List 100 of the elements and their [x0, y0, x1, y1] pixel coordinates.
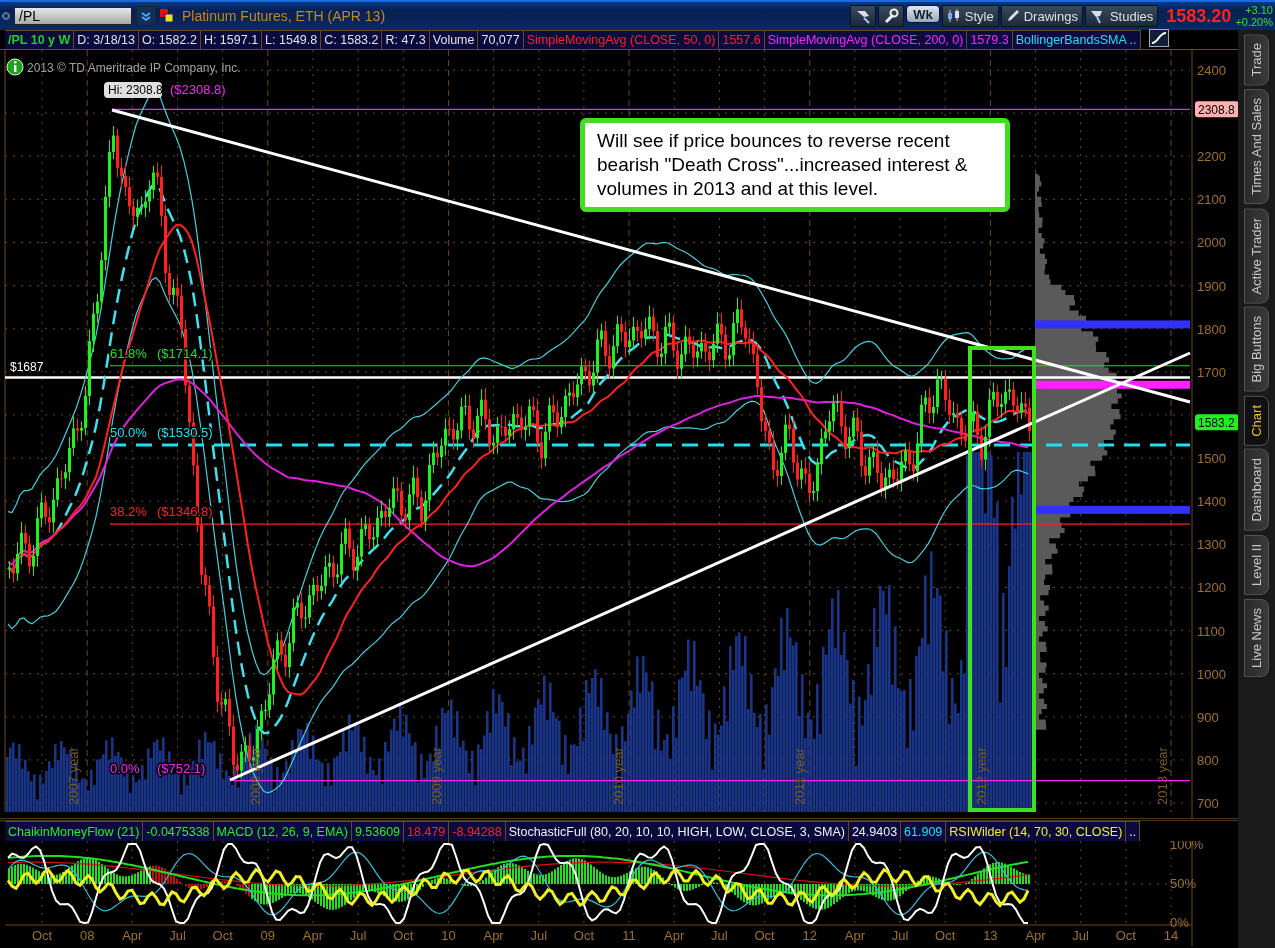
- indicator-value: MACD (12, 26, 9, EMA): [213, 821, 352, 841]
- indicator-value: ..: [1126, 821, 1141, 841]
- side-tab[interactable]: Level II: [1244, 535, 1269, 595]
- color-squares-icon: [160, 9, 174, 23]
- side-tab[interactable]: Big Buttons: [1244, 307, 1269, 392]
- chevron-icon: [141, 11, 151, 21]
- price-axis-label: 1300: [1197, 537, 1226, 553]
- year-label: 2007 year: [66, 747, 81, 805]
- side-tab[interactable]: Live News: [1244, 598, 1269, 677]
- price-axis-label: 1200: [1197, 580, 1226, 596]
- study-value: D: 3/18/13: [74, 30, 139, 49]
- price-axis-label: 1400: [1197, 494, 1226, 510]
- settings-button[interactable]: [878, 5, 905, 27]
- copyright-text: 2013 © TD Ameritrade IP Company, Inc.: [27, 61, 241, 75]
- date-axis-label: Apr: [483, 928, 504, 943]
- fibonacci-price: ($2308.8): [170, 82, 226, 97]
- fibonacci-price: ($752.1): [157, 760, 206, 776]
- study-value: BollingerBandsSMA ..: [1012, 30, 1141, 49]
- price-axis-label: 1000: [1197, 666, 1226, 682]
- price-axis-label: 1100: [1197, 623, 1225, 639]
- drawings-button[interactable]: Drawings: [1000, 5, 1083, 27]
- price-axis-label: 1900: [1197, 278, 1226, 294]
- year-label: 2012 year: [973, 747, 989, 805]
- date-axis-label: Jul: [1072, 928, 1089, 943]
- price-axis-label: 2100: [1197, 192, 1226, 208]
- symbol-field[interactable]: /PL: [14, 7, 132, 25]
- indicator-value: -0.0475338: [143, 821, 214, 841]
- date-axis-label: Apr: [1025, 928, 1046, 943]
- price-change: +3.10: [1244, 4, 1273, 16]
- dropdown-button[interactable]: [136, 6, 156, 26]
- year-label: 2011 year: [792, 748, 807, 805]
- indicator-value: ChaikinMoneyFlow (21): [5, 821, 144, 841]
- price-marker: 2308.8: [1195, 101, 1238, 118]
- price-axis-label: 1500: [1197, 451, 1226, 467]
- date-axis-label: Jul: [891, 928, 909, 943]
- side-tab[interactable]: Dashboard: [1244, 449, 1269, 532]
- style-button[interactable]: Style: [941, 5, 999, 27]
- fibonacci-label: 0.0%: [110, 760, 140, 776]
- study-value: SimpleMovingAvg (CLOSE, 200, 0): [764, 30, 968, 49]
- date-axis-label: Oct: [935, 928, 956, 943]
- date-axis-label: Jul: [349, 928, 367, 943]
- study-value: R: 47.3: [382, 30, 430, 49]
- studies-button[interactable]: Studies: [1084, 5, 1159, 27]
- pen-tool-icon: [855, 8, 872, 24]
- date-axis-label: Jul: [711, 928, 728, 943]
- indicator-value: 61.909: [901, 821, 947, 841]
- indicator-value: -8.94288: [449, 821, 506, 841]
- pencil-icon: [1005, 9, 1020, 23]
- indicator-value: 18.479: [404, 821, 450, 841]
- side-tab[interactable]: Chart: [1244, 395, 1269, 446]
- percent-axis-label: 0%: [1170, 915, 1189, 930]
- date-axis-label: 11: [622, 928, 636, 943]
- price-axis-label: 700: [1197, 796, 1219, 812]
- year-label: 2008 year: [247, 747, 263, 805]
- curve-icon[interactable]: [1148, 28, 1169, 47]
- period-button[interactable]: Wk: [906, 5, 940, 23]
- price-axis-label: 2000: [1197, 235, 1226, 251]
- study-value: L: 1549.8: [262, 30, 322, 49]
- date-axis-label: Oct: [573, 928, 595, 943]
- fibonacci-label: 38.2%: [110, 504, 147, 520]
- indicator-value: 24.9403: [848, 821, 902, 841]
- study-value: SimpleMovingAvg (CLOSE, 50, 0): [523, 30, 720, 49]
- year-label: 2009 year: [429, 747, 444, 805]
- last-price: 1583.20: [1166, 5, 1232, 27]
- info-icon: [6, 58, 24, 76]
- price-marker: 1583.2: [1195, 414, 1238, 431]
- date-axis-label: Oct: [1115, 928, 1136, 943]
- side-tab[interactable]: Active Trader: [1244, 208, 1269, 304]
- price-axis-label: 900: [1197, 709, 1219, 725]
- drawing-tool-button[interactable]: [850, 5, 877, 27]
- percent-change: +0.20%: [1235, 16, 1273, 28]
- date-axis-label: Jul: [169, 928, 186, 943]
- date-axis-label: 09: [260, 928, 276, 943]
- date-axis-label: Apr: [302, 928, 324, 943]
- indicator-value: 9.53609: [351, 821, 405, 841]
- high-price-label: Hi: 2308.8: [104, 82, 163, 98]
- annotation-callout: Will see if price bounces to reverse recent bearish "Death Cross"...increased interest & volumes in 2013 and at this level.: [580, 118, 1010, 212]
- side-tab[interactable]: Trade: [1244, 34, 1269, 86]
- price-axis-label: 2400: [1197, 63, 1226, 78]
- date-axis-label: Apr: [122, 928, 143, 943]
- side-tab[interactable]: Times And Sales: [1244, 89, 1269, 205]
- study-value: C: 1583.2: [321, 30, 383, 49]
- price-line-label: $1687: [10, 360, 44, 375]
- price-axis-label: 1700: [1197, 364, 1226, 380]
- price-axis-label: 1800: [1197, 321, 1226, 337]
- symbol-label: /PL 10 y W: [5, 30, 75, 49]
- year-label: 2010 year: [610, 747, 626, 805]
- date-axis-label: Jul: [530, 928, 548, 943]
- date-axis-label: 10: [441, 928, 456, 943]
- study-value: O: 1582.2: [139, 30, 201, 49]
- study-value: H: 1597.1: [200, 30, 263, 49]
- date-axis-label: 12: [802, 928, 817, 943]
- candlestick-icon: [946, 8, 961, 24]
- study-value: Volume: [429, 30, 479, 49]
- date-axis-label: Apr: [664, 928, 685, 943]
- instrument-description: Platinum Futures, ETH (APR 13): [182, 8, 386, 24]
- price-axis-label: 2200: [1197, 149, 1226, 165]
- date-axis-label: Oct: [212, 928, 233, 943]
- date-axis-label: Oct: [754, 928, 775, 943]
- date-axis-label: Oct: [393, 928, 414, 943]
